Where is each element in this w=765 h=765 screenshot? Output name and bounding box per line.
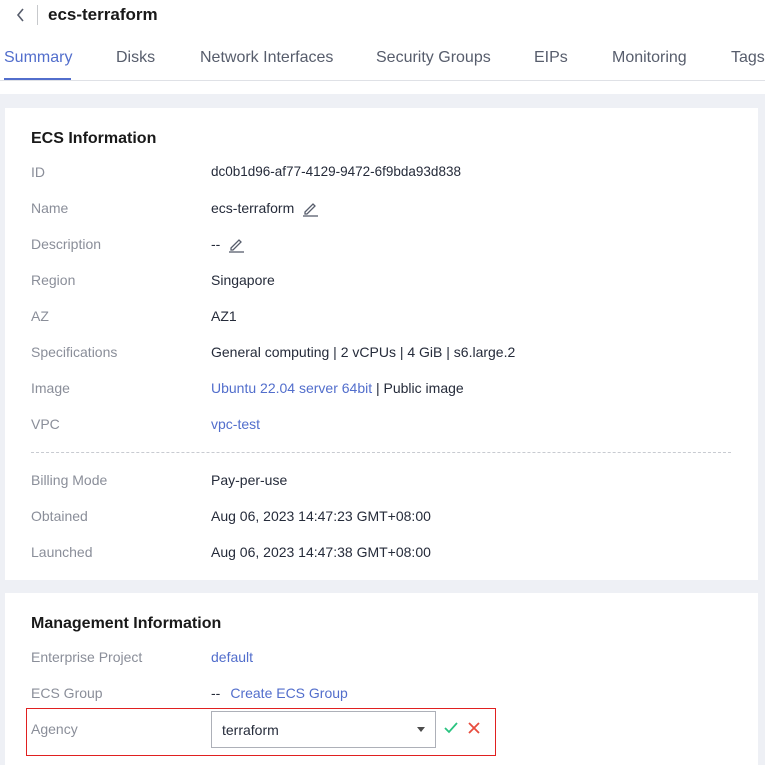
vpc-row: VPC vpc-test bbox=[31, 415, 741, 433]
tab-eips[interactable]: EIPs bbox=[534, 48, 568, 68]
ecs-information-card: ECS Information ID dc0b1d96-af77-4129-94… bbox=[5, 108, 758, 580]
vpc-value-group: vpc-test bbox=[211, 415, 260, 433]
obtained-label: Obtained bbox=[31, 508, 88, 524]
management-information-title: Management Information bbox=[31, 615, 222, 632]
section-divider bbox=[31, 452, 731, 453]
ecs-group-value-group: -- Create ECS Group bbox=[211, 684, 348, 702]
agency-label: Agency bbox=[31, 721, 78, 737]
specifications-value: General computing | 2 vCPUs | 4 GiB | s6… bbox=[211, 344, 516, 360]
edit-pencil-icon bbox=[229, 238, 245, 253]
ecs-group-value: -- bbox=[211, 685, 221, 701]
az-row: AZ AZ1 bbox=[31, 307, 741, 325]
billing-mode-value: Pay-per-use bbox=[211, 472, 288, 488]
launched-row: Launched Aug 06, 2023 14:47:38 GMT+08:00 bbox=[31, 543, 741, 561]
vpc-label: VPC bbox=[31, 416, 60, 432]
agency-selected-value: terraform bbox=[222, 721, 279, 738]
tab-disks[interactable]: Disks bbox=[116, 48, 155, 68]
image-value-group: Ubuntu 22.04 server 64bit | Public image bbox=[211, 379, 464, 397]
enterprise-project-value-group: default bbox=[211, 648, 253, 666]
agency-select[interactable]: terraform bbox=[211, 711, 436, 748]
id-row: ID dc0b1d96-af77-4129-9472-6f9bda93d838 bbox=[31, 163, 741, 181]
image-label: Image bbox=[31, 380, 70, 396]
az-value: AZ1 bbox=[211, 308, 237, 324]
page-title: ecs-terraform bbox=[48, 5, 158, 24]
region-value: Singapore bbox=[211, 272, 275, 288]
enterprise-project-link[interactable]: default bbox=[211, 648, 253, 666]
description-value: -- bbox=[211, 236, 221, 252]
enterprise-project-label: Enterprise Project bbox=[31, 649, 143, 665]
name-label: Name bbox=[31, 200, 69, 216]
caret-down-icon bbox=[417, 727, 425, 732]
description-row: Description -- bbox=[31, 235, 741, 253]
close-icon[interactable] bbox=[467, 721, 481, 735]
back-button[interactable] bbox=[10, 4, 32, 26]
chevron-left-icon bbox=[16, 8, 24, 22]
image-type: | Public image bbox=[372, 380, 464, 396]
ecs-information-title: ECS Information bbox=[31, 130, 157, 147]
vpc-link[interactable]: vpc-test bbox=[211, 415, 260, 433]
ecs-group-row: ECS Group -- Create ECS Group bbox=[31, 684, 741, 702]
active-tab-indicator bbox=[4, 78, 71, 80]
tab-bar: Summary Disks Network Interfaces Securit… bbox=[0, 40, 765, 81]
enterprise-project-row: Enterprise Project default bbox=[31, 648, 741, 666]
tab-summary[interactable]: Summary bbox=[4, 48, 72, 68]
tab-monitoring[interactable]: Monitoring bbox=[612, 48, 687, 68]
edit-name-button[interactable] bbox=[302, 200, 319, 217]
create-ecs-group-link[interactable]: Create ECS Group bbox=[230, 684, 348, 702]
name-value-group: ecs-terraform bbox=[211, 199, 319, 217]
check-icon[interactable] bbox=[444, 721, 458, 735]
title-separator bbox=[37, 5, 38, 25]
launched-value: Aug 06, 2023 14:47:38 GMT+08:00 bbox=[211, 544, 431, 560]
description-label: Description bbox=[31, 236, 102, 252]
region-row: Region Singapore bbox=[31, 271, 741, 289]
id-value: dc0b1d96-af77-4129-9472-6f9bda93d838 bbox=[211, 164, 461, 179]
billing-mode-label: Billing Mode bbox=[31, 472, 108, 488]
image-row: Image Ubuntu 22.04 server 64bit | Public… bbox=[31, 379, 741, 397]
edit-pencil-icon bbox=[303, 202, 319, 217]
billing-mode-row: Billing Mode Pay-per-use bbox=[31, 471, 741, 489]
edit-description-button[interactable] bbox=[228, 236, 245, 253]
image-link[interactable]: Ubuntu 22.04 server 64bit bbox=[211, 379, 372, 397]
tab-tags[interactable]: Tags bbox=[731, 48, 765, 68]
id-label: ID bbox=[31, 164, 45, 180]
tab-network-interfaces[interactable]: Network Interfaces bbox=[200, 48, 333, 68]
region-label: Region bbox=[31, 272, 76, 288]
tab-security-groups[interactable]: Security Groups bbox=[376, 48, 491, 68]
management-information-card: Management Information Enterprise Projec… bbox=[5, 593, 758, 765]
page-header: ecs-terraform Summary Disks Network Inte… bbox=[0, 0, 765, 94]
specifications-label: Specifications bbox=[31, 344, 118, 360]
description-value-group: -- bbox=[211, 235, 245, 253]
specifications-row: Specifications General computing | 2 vCP… bbox=[31, 343, 741, 361]
name-value: ecs-terraform bbox=[211, 200, 295, 216]
az-label: AZ bbox=[31, 308, 49, 324]
name-row: Name ecs-terraform bbox=[31, 199, 741, 217]
obtained-row: Obtained Aug 06, 2023 14:47:23 GMT+08:00 bbox=[31, 507, 741, 525]
obtained-value: Aug 06, 2023 14:47:23 GMT+08:00 bbox=[211, 508, 431, 524]
launched-label: Launched bbox=[31, 544, 93, 560]
ecs-group-label: ECS Group bbox=[31, 685, 103, 701]
